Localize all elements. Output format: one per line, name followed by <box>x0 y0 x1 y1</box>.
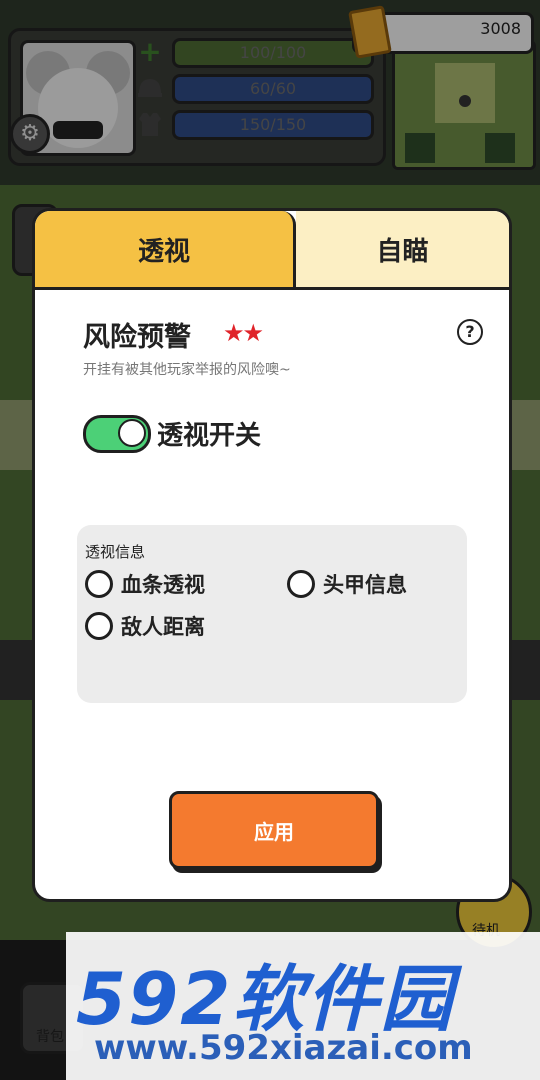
option-enemy-distance[interactable]: 敌人距离 <box>85 611 205 641</box>
radio-button[interactable] <box>85 612 113 640</box>
option-label: 血条透视 <box>121 573 205 597</box>
apply-button[interactable]: 应用 <box>169 791 379 869</box>
radio-button[interactable] <box>287 570 315 598</box>
option-helmet-armor-info[interactable]: 头甲信息 <box>287 569 407 599</box>
option-label: 敌人距离 <box>121 615 205 639</box>
radio-button[interactable] <box>85 570 113 598</box>
tab-aim-assist[interactable]: 自瞄 <box>296 211 509 287</box>
help-icon[interactable]: ? <box>457 319 483 345</box>
toggle-knob <box>118 419 146 447</box>
see-through-info-panel: 透视信息 血条透视 头甲信息 敌人距离 <box>77 525 467 703</box>
tab-divider <box>35 287 509 290</box>
option-health-bar[interactable]: 血条透视 <box>85 569 205 599</box>
risk-title: 风险预警 <box>83 322 191 353</box>
option-label: 头甲信息 <box>323 573 407 597</box>
risk-stars: ★★ <box>223 319 264 347</box>
cheat-settings-dialog: 透视 自瞄 风险预警 ★★ ? 开挂有被其他玩家举报的风险噢~ 透视开关 透视信… <box>32 208 512 902</box>
risk-description: 开挂有被其他玩家举报的风险噢~ <box>83 362 291 378</box>
info-title: 透视信息 <box>85 543 146 561</box>
watermark: 592软件园 www.592xiazai.com <box>66 932 540 1080</box>
tab-see-through[interactable]: 透视 <box>35 211 296 287</box>
toggle-label: 透视开关 <box>157 421 262 451</box>
tab-bar: 透视 自瞄 <box>35 211 509 287</box>
watermark-url: www.592xiazai.com <box>94 1028 473 1068</box>
see-through-toggle[interactable] <box>83 415 151 453</box>
